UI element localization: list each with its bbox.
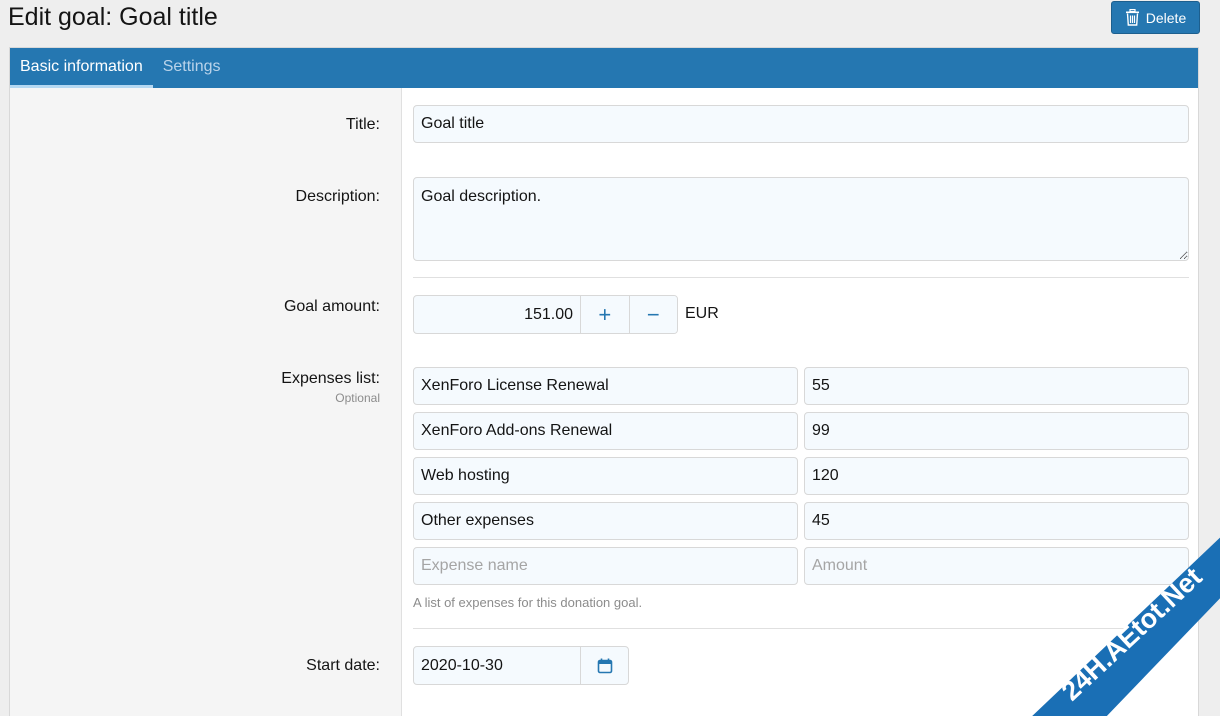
goal-amount-label: Goal amount: [283,298,380,315]
expense-name-input[interactable] [413,502,798,540]
trash-icon [1125,9,1139,26]
calendar-button[interactable] [580,647,628,684]
tab-settings[interactable]: Settings [153,48,231,88]
description-label: Description: [295,188,380,205]
goal-form-panel: Basic information Settings Title: Descri… [9,47,1199,716]
start-date-input[interactable] [414,647,580,684]
expenses-explain: A list of expenses for this donation goa… [413,595,643,610]
page-title: Edit goal: Goal title [8,3,218,31]
title-label: Title: [345,116,380,133]
expense-name-input[interactable] [413,412,798,450]
expense-name-input[interactable] [413,457,798,495]
delete-button-label: Delete [1145,9,1187,26]
goal-amount-input[interactable] [414,296,580,333]
start-date-picker [413,646,629,685]
expense-amount-input[interactable] [804,502,1189,540]
expense-amount-input[interactable] [804,412,1189,450]
separator [413,277,1189,278]
separator [413,628,1189,629]
plus-icon[interactable]: + [580,296,629,333]
expense-amount-input[interactable] [804,367,1189,405]
tab-basic-information[interactable]: Basic information [10,48,153,88]
goal-amount-stepper: + − [413,295,678,334]
goal-amount-unit: EUR [685,305,719,322]
calendar-icon [597,658,612,673]
expenses-list-hint: Optional [335,391,380,405]
expense-amount-input[interactable] [804,457,1189,495]
title-input[interactable] [413,105,1189,143]
start-date-label: Start date: [306,657,380,674]
form-body: Title: Description: Goal description. Go… [10,88,1198,716]
new-expense-name-input[interactable] [413,547,798,585]
new-expense-amount-input[interactable] [804,547,1189,585]
expenses-list-label: Expenses list: [281,370,380,387]
expense-name-input[interactable] [413,367,798,405]
description-textarea[interactable]: Goal description. [413,177,1189,261]
delete-button[interactable]: Delete [1111,1,1200,34]
minus-icon[interactable]: − [628,296,677,333]
tab-bar: Basic information Settings [10,48,1198,88]
